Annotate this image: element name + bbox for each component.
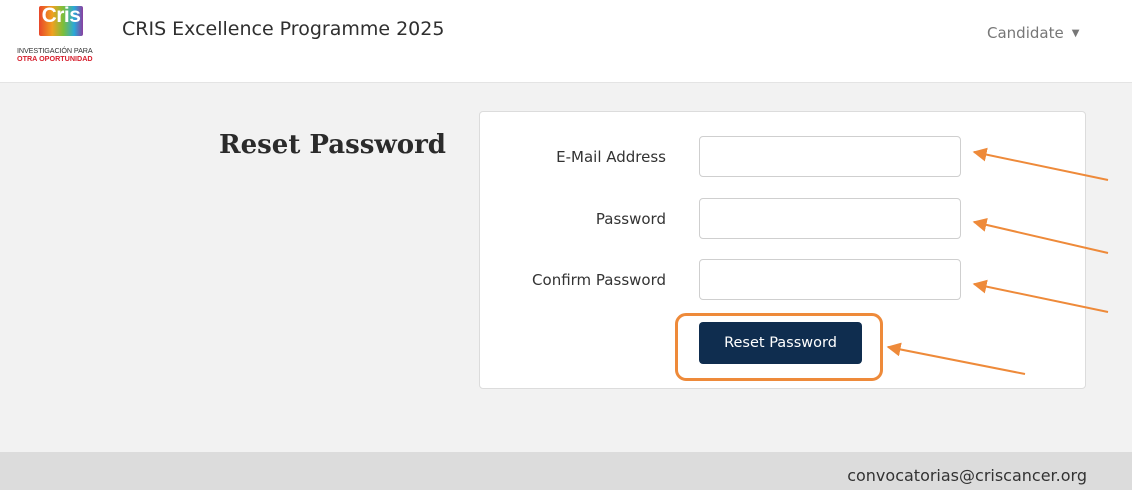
logo-word: Cris [41, 4, 81, 27]
confirm-password-label: Confirm Password [532, 271, 666, 289]
password-label: Password [595, 210, 666, 228]
app-title[interactable]: CRIS Excellence Programme 2025 [122, 18, 444, 40]
confirm-password-field[interactable] [699, 259, 961, 300]
navbar: Cris INVESTIGACIÓN PARA OTRA OPORTUNIDAD… [0, 0, 1132, 83]
password-field[interactable] [699, 198, 961, 239]
user-menu-dropdown[interactable]: Candidate ▼ [987, 24, 1079, 42]
logo-tagline-2: OTRA OPORTUNIDAD [17, 54, 93, 63]
reset-password-button[interactable]: Reset Password [699, 322, 862, 364]
email-field[interactable] [699, 136, 961, 177]
footer: convocatorias@criscancer.org [0, 452, 1132, 490]
cris-logo[interactable]: Cris INVESTIGACIÓN PARA OTRA OPORTUNIDAD [17, 4, 117, 64]
email-label: E-Mail Address [556, 148, 666, 166]
user-menu-label: Candidate [987, 24, 1064, 42]
caret-down-icon: ▼ [1071, 28, 1080, 39]
page-title: Reset Password [219, 130, 446, 160]
footer-contact-email[interactable]: convocatorias@criscancer.org [847, 466, 1087, 485]
